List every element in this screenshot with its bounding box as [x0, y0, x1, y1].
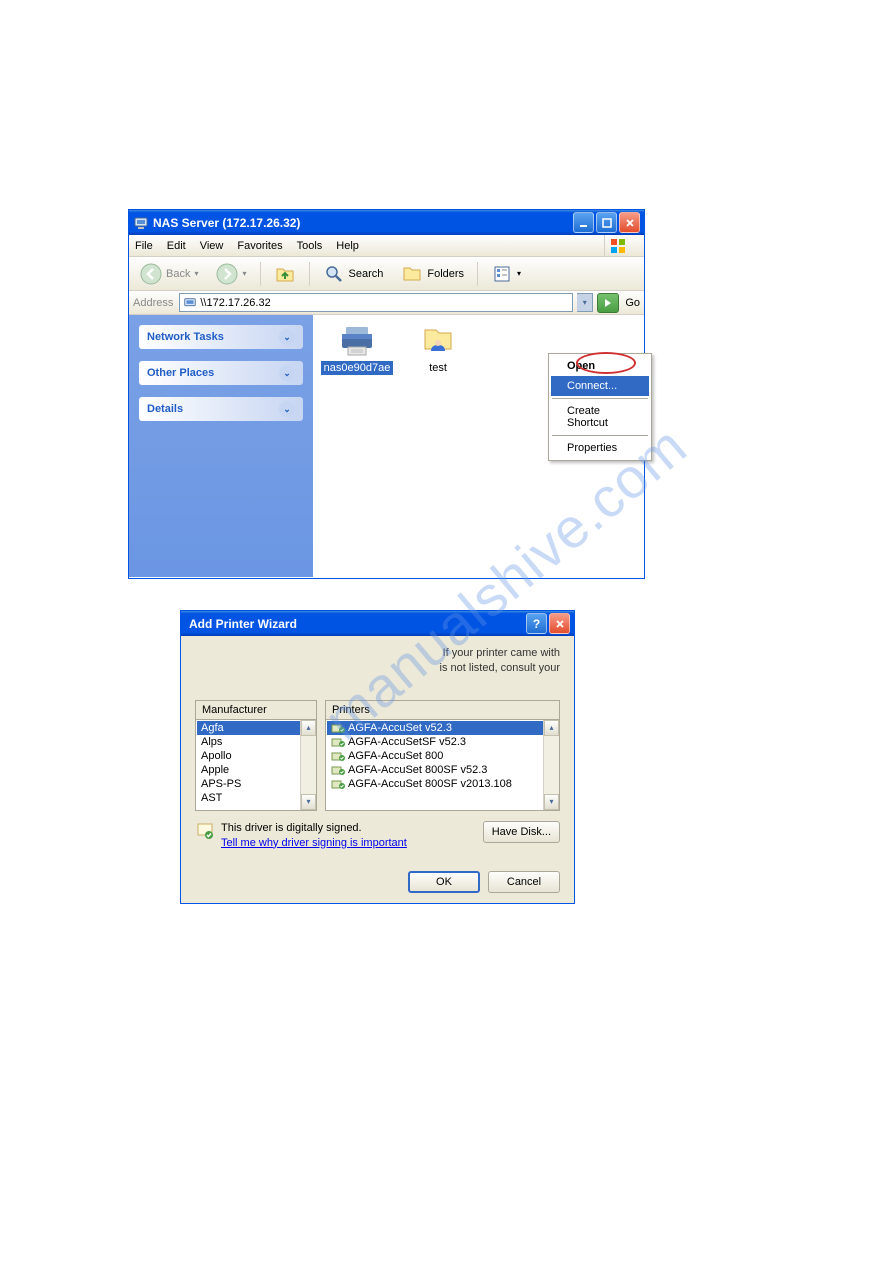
network-place-icon: [183, 296, 197, 310]
printer-cert-icon: [331, 736, 345, 748]
forward-icon: [216, 263, 238, 285]
views-button[interactable]: ▾: [484, 260, 528, 288]
back-label: Back: [166, 268, 190, 280]
context-menu-open[interactable]: Open: [551, 356, 649, 376]
add-printer-wizard-dialog: Add Printer Wizard ? If your printer cam…: [180, 610, 575, 904]
menu-file[interactable]: File: [135, 240, 153, 252]
menu-edit[interactable]: Edit: [167, 240, 186, 252]
address-input[interactable]: \\172.17.26.32: [179, 293, 573, 312]
list-item[interactable]: Alps: [197, 735, 315, 749]
scroll-down-button[interactable]: ▾: [301, 794, 316, 810]
manufacturer-header[interactable]: Manufacturer: [195, 700, 317, 719]
scroll-up-button[interactable]: ▴: [544, 720, 559, 736]
printer-cert-icon: [331, 722, 345, 734]
signing-info-link[interactable]: Tell me why driver signing is important: [221, 836, 477, 851]
printer-item-label: nas0e90d7ae: [321, 361, 393, 375]
signed-text: This driver is digitally signed.: [221, 821, 477, 836]
menu-help[interactable]: Help: [336, 240, 359, 252]
back-icon: [140, 263, 162, 285]
scroll-up-button[interactable]: ▴: [301, 720, 316, 736]
scrollbar[interactable]: ▴ ▾: [543, 720, 559, 810]
help-button[interactable]: ?: [526, 613, 547, 634]
folder-item[interactable]: test: [402, 323, 474, 375]
network-tasks-label: Network Tasks: [147, 331, 224, 343]
list-item[interactable]: Agfa: [197, 721, 315, 735]
list-item[interactable]: AGFA-AccuSet 800SF v52.3: [327, 763, 558, 777]
cancel-button[interactable]: Cancel: [488, 871, 560, 893]
context-menu-properties[interactable]: Properties: [551, 438, 649, 458]
up-button[interactable]: [267, 260, 303, 288]
scrollbar[interactable]: ▴ ▾: [300, 720, 316, 810]
search-icon: [323, 263, 345, 285]
close-button[interactable]: [619, 212, 640, 233]
forward-button[interactable]: ▾: [209, 260, 253, 288]
folders-icon: [401, 263, 423, 285]
wizard-hint-text: If your printer came with is not listed,…: [195, 646, 560, 676]
menu-favorites[interactable]: Favorites: [237, 240, 282, 252]
address-label: Address: [133, 297, 173, 309]
list-item[interactable]: APS-PS: [197, 777, 315, 791]
printer-cert-icon: [331, 750, 345, 762]
certificate-icon: [195, 821, 215, 841]
printer-cert-icon: [331, 764, 345, 776]
folders-button[interactable]: Folders: [394, 260, 471, 288]
views-icon: [491, 263, 513, 285]
address-dropdown-button[interactable]: ▾: [577, 293, 593, 312]
folders-label: Folders: [427, 268, 464, 280]
minimize-button[interactable]: [573, 212, 594, 233]
menu-tools[interactable]: Tools: [297, 240, 323, 252]
folder-item-label: test: [402, 361, 474, 375]
close-button[interactable]: [549, 613, 570, 634]
menu-view[interactable]: View: [200, 240, 224, 252]
list-item[interactable]: Apple: [197, 763, 315, 777]
wizard-titlebar[interactable]: Add Printer Wizard ?: [181, 611, 574, 636]
details-panel[interactable]: Details ⌄: [139, 397, 303, 421]
go-label: Go: [625, 297, 640, 309]
list-item[interactable]: AGFA-AccuSet 800: [327, 749, 558, 763]
details-label: Details: [147, 403, 183, 415]
ok-button[interactable]: OK: [408, 871, 480, 893]
list-item[interactable]: AGFA-AccuSet 800SF v2013.108: [327, 777, 558, 791]
explorer-title: NAS Server (172.17.26.32): [153, 216, 573, 230]
go-button[interactable]: [597, 293, 619, 313]
computer-icon: [133, 215, 149, 231]
folder-up-icon: [274, 263, 296, 285]
list-item[interactable]: AGFA-AccuSet v52.3: [327, 721, 558, 735]
have-disk-button[interactable]: Have Disk...: [483, 821, 560, 843]
address-value: \\172.17.26.32: [200, 297, 270, 309]
wizard-title: Add Printer Wizard: [185, 617, 526, 631]
scroll-down-button[interactable]: ▾: [544, 794, 559, 810]
network-tasks-panel[interactable]: Network Tasks ⌄: [139, 325, 303, 349]
other-places-panel[interactable]: Other Places ⌄: [139, 361, 303, 385]
search-button[interactable]: Search: [316, 260, 391, 288]
manufacturer-list[interactable]: Agfa Alps Apollo Apple APS-PS AST ▴ ▾: [195, 719, 317, 811]
chevron-down-icon: ⌄: [279, 401, 295, 417]
printers-list[interactable]: AGFA-AccuSet v52.3 AGFA-AccuSetSF v52.3 …: [325, 719, 560, 811]
printers-header[interactable]: Printers: [325, 700, 560, 719]
maximize-button[interactable]: [596, 212, 617, 233]
printer-cert-icon: [331, 778, 345, 790]
context-menu-create-shortcut[interactable]: Create Shortcut: [551, 401, 649, 433]
chevron-down-icon: ⌄: [279, 329, 295, 345]
printer-item[interactable]: nas0e90d7ae: [321, 323, 393, 375]
explorer-titlebar[interactable]: NAS Server (172.17.26.32): [129, 210, 644, 235]
search-label: Search: [349, 268, 384, 280]
content-area[interactable]: nas0e90d7ae test Open Connect... Create …: [313, 315, 644, 577]
toolbar: Back ▾ ▾ Search Folders ▾: [129, 257, 644, 291]
printer-icon: [338, 323, 376, 359]
windows-logo-icon: [604, 235, 630, 256]
chevron-down-icon: ⌄: [279, 365, 295, 381]
list-item[interactable]: AGFA-AccuSetSF v52.3: [327, 735, 558, 749]
list-item[interactable]: AST: [197, 791, 315, 805]
context-menu: Open Connect... Create Shortcut Properti…: [548, 353, 652, 461]
explorer-window: NAS Server (172.17.26.32) File Edit View…: [128, 209, 645, 579]
other-places-label: Other Places: [147, 367, 214, 379]
sidebar: Network Tasks ⌄ Other Places ⌄ Details ⌄: [129, 315, 313, 577]
back-button[interactable]: Back ▾: [133, 260, 205, 288]
menubar: File Edit View Favorites Tools Help: [129, 235, 644, 257]
shared-folder-icon: [419, 323, 457, 359]
context-menu-connect[interactable]: Connect...: [551, 376, 649, 396]
addressbar: Address \\172.17.26.32 ▾ Go: [129, 291, 644, 315]
list-item[interactable]: Apollo: [197, 749, 315, 763]
